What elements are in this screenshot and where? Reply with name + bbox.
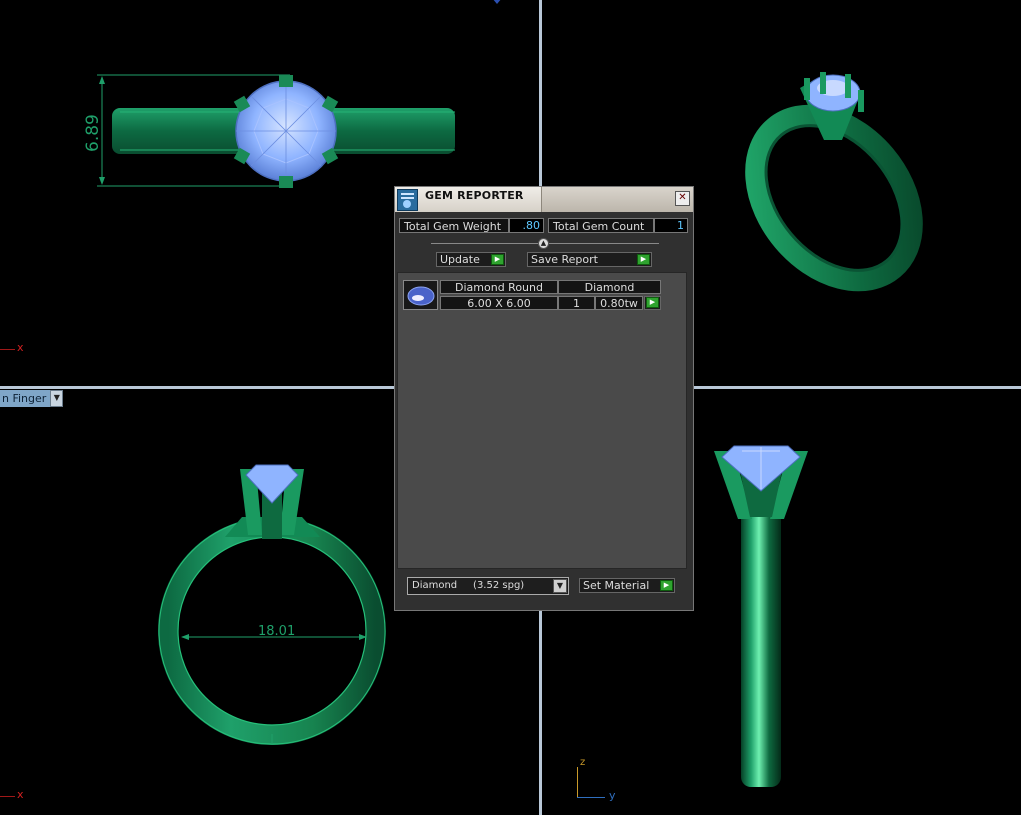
axis-z-label: z bbox=[580, 757, 586, 768]
gem-list[interactable] bbox=[397, 272, 687, 569]
play-icon: ▶ bbox=[491, 254, 504, 265]
panel-titlebar[interactable]: GEM REPORTER ✕ bbox=[395, 187, 693, 212]
height-dimension-label: 6.89 bbox=[83, 114, 103, 152]
play-icon: ▶ bbox=[637, 254, 650, 265]
update-button[interactable]: Update ▶ bbox=[436, 252, 506, 267]
panel-splitter-handle[interactable]: ▲ bbox=[538, 238, 549, 249]
gem-weight-cell: 0.80tw bbox=[595, 296, 643, 310]
gem-row-action-button[interactable]: ▶ bbox=[644, 296, 661, 310]
total-gem-weight-label: Total Gem Weight bbox=[399, 218, 509, 233]
chevron-down-icon[interactable]: ▼ bbox=[553, 579, 567, 593]
gem-reporter-panel: GEM REPORTER ✕ Total Gem Weight .80 Tota… bbox=[394, 186, 694, 611]
gem-material-cell: Diamond bbox=[558, 280, 661, 294]
viewport-view-dropdown[interactable]: n Finger ▼ bbox=[0, 390, 64, 407]
gem-thumbnail[interactable] bbox=[403, 280, 438, 310]
total-gem-weight-value: .80 bbox=[509, 218, 544, 233]
set-material-button[interactable]: Set Material ▶ bbox=[579, 578, 675, 593]
axis-x-label: x bbox=[17, 341, 24, 354]
gem-count-cell: 1 bbox=[558, 296, 595, 310]
inner-diameter-label: 18.01 bbox=[258, 624, 295, 639]
axis-y-label: y bbox=[609, 789, 616, 802]
update-button-label: Update bbox=[440, 253, 480, 266]
save-report-button[interactable]: Save Report ▶ bbox=[527, 252, 652, 267]
play-icon: ▶ bbox=[646, 297, 659, 308]
panel-title-tab: GEM REPORTER bbox=[395, 187, 542, 212]
total-gem-count-label: Total Gem Count bbox=[548, 218, 654, 233]
total-gem-count-value: 1 bbox=[654, 218, 688, 233]
material-select-value: Diamond (3.52 spg) bbox=[412, 580, 525, 591]
material-select[interactable]: Diamond (3.52 spg) ▼ bbox=[407, 577, 569, 595]
gem-size-cell: 6.00 X 6.00 bbox=[440, 296, 558, 310]
viewport-view-label: n Finger bbox=[0, 390, 51, 407]
axis-x-label: x bbox=[17, 788, 24, 801]
save-report-button-label: Save Report bbox=[531, 253, 598, 266]
panel-title: GEM REPORTER bbox=[425, 189, 524, 202]
gem-shape-cell: Diamond Round bbox=[440, 280, 558, 294]
gem-reporter-app-icon bbox=[397, 189, 418, 211]
set-material-button-label: Set Material bbox=[583, 579, 650, 592]
chevron-down-icon[interactable]: ▼ bbox=[50, 390, 64, 407]
close-icon[interactable]: ✕ bbox=[675, 191, 690, 206]
play-icon: ▶ bbox=[660, 580, 673, 591]
